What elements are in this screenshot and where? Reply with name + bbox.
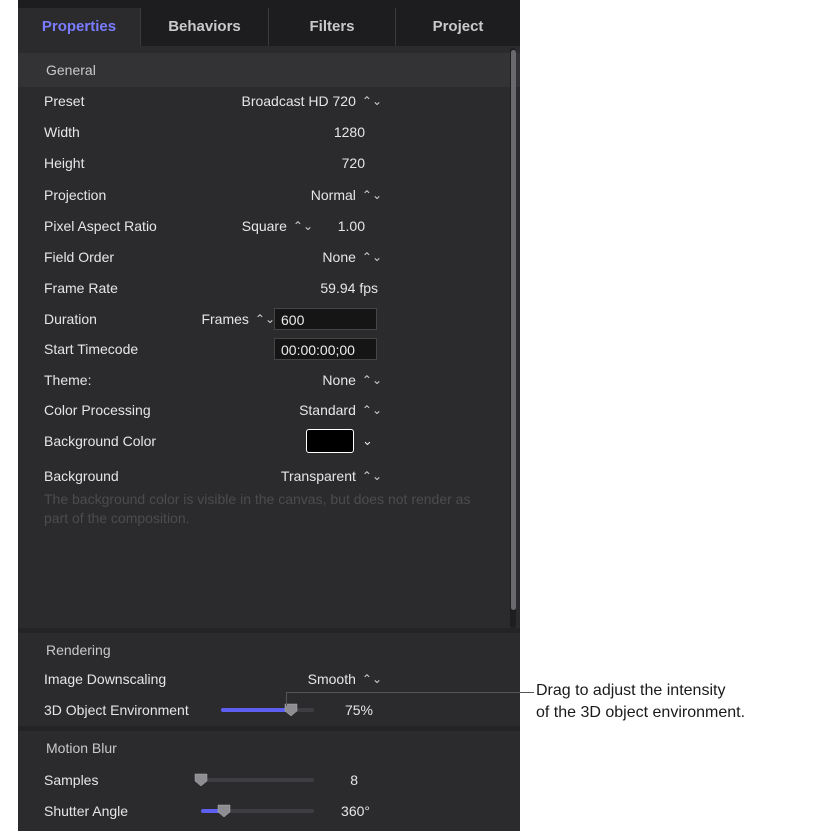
image-downscaling-row: Image Downscaling Smooth ⌃⌄ [18,664,520,694]
tab-properties[interactable]: Properties [18,8,140,46]
samples-slider-thumb[interactable] [194,773,208,787]
projection-popup[interactable]: Normal ⌃⌄ [311,180,382,211]
width-row: Width 1280 [18,117,520,147]
tab-behaviors[interactable]: Behaviors [140,8,268,46]
chevron-updown-icon: ⌃⌄ [361,469,382,483]
shutter-angle-label: Shutter Angle [44,803,129,819]
theme-popup[interactable]: None ⌃⌄ [322,365,382,396]
preset-value: Broadcast HD 720 [241,93,356,109]
section-general-title: General [46,62,96,78]
section-rendering[interactable]: Rendering [18,633,520,667]
start-timecode-field[interactable]: 00:00:00;00 [274,338,377,360]
chevron-updown-icon: ⌃⌄ [361,94,382,108]
callout-line [286,692,534,693]
shutter-angle-value[interactable]: 360° [341,796,370,826]
theme-label: Theme: [44,372,92,388]
background-description: The background color is visible in the c… [44,491,471,526]
samples-slider-track[interactable] [201,778,314,782]
field-order-row: Field Order None ⌃⌄ [18,242,520,272]
pixel-aspect-value: Square [241,218,287,234]
preset-popup[interactable]: Broadcast HD 720 ⌃⌄ [241,86,382,117]
pixel-aspect-popup[interactable]: Square ⌃⌄ [242,211,313,242]
background-color-label: Background Color [44,433,157,449]
section-motion-blur-title: Motion Blur [46,740,117,756]
width-value[interactable]: 1280 [334,117,365,147]
image-downscaling-label: Image Downscaling [44,671,167,687]
projection-row: Projection Normal ⌃⌄ [18,180,520,210]
theme-row: Theme: None ⌃⌄ [18,365,520,395]
section-rendering-title: Rendering [46,642,111,658]
background-label: Background [44,468,119,484]
image-downscaling-popup[interactable]: Smooth ⌃⌄ [308,664,382,695]
callout-text: Drag to adjust the intensity of the 3D o… [536,680,745,724]
pixel-aspect-row: Pixel Aspect Ratio Square ⌃⌄ 1.00 [18,211,520,241]
chevron-updown-icon: ⌃⌄ [361,373,382,387]
width-label: Width [44,124,80,140]
duration-unit-value: Frames [201,311,249,327]
duration-field[interactable]: 600 [274,308,377,330]
chevron-down-icon[interactable]: ⌄ [362,433,373,449]
projection-value: Normal [310,187,356,203]
frame-rate-value[interactable]: 59.94 fps [320,273,378,303]
shutter-angle-slider-thumb[interactable] [217,804,231,818]
pixel-aspect-label: Pixel Aspect Ratio [44,218,157,234]
section-general[interactable]: General [18,53,520,87]
chevron-updown-icon: ⌃⌄ [254,312,275,326]
pixel-aspect-number[interactable]: 1.00 [338,211,365,241]
inspector-panel: Properties Behaviors Filters Project Gen… [18,0,520,831]
duration-row: Duration Frames ⌃⌄ [18,304,520,334]
object-environment-value[interactable]: 75% [345,695,373,725]
color-processing-label: Color Processing [44,402,151,418]
tab-filters[interactable]: Filters [268,8,395,46]
section-motion-blur[interactable]: Motion Blur [18,731,520,765]
height-label: Height [44,155,85,171]
duration-label: Duration [44,311,97,327]
color-processing-value: Standard [299,402,356,418]
scrollbar-thumb[interactable] [511,50,516,610]
field-order-popup[interactable]: None ⌃⌄ [322,242,382,273]
tab-bar: Properties Behaviors Filters Project [18,0,520,46]
chevron-updown-icon: ⌃⌄ [292,219,313,233]
object-environment-label: 3D Object Environment [44,702,189,718]
samples-label: Samples [44,772,99,788]
field-order-label: Field Order [44,249,115,265]
chevron-updown-icon: ⌃⌄ [361,403,382,417]
start-timecode-label: Start Timecode [44,341,139,357]
frame-rate-row: Frame Rate 59.94 fps [18,273,520,303]
duration-unit-popup[interactable]: Frames ⌃⌄ [201,304,275,335]
field-order-value: None [322,249,356,265]
color-processing-popup[interactable]: Standard ⌃⌄ [299,395,382,426]
callout-line-1: Drag to adjust the intensity [536,682,726,699]
chevron-updown-icon: ⌃⌄ [361,250,382,264]
color-processing-row: Color Processing Standard ⌃⌄ [18,395,520,425]
preset-row: Preset Broadcast HD 720 ⌃⌄ [18,86,520,116]
callout-line-2: of the 3D object environment. [536,704,746,721]
background-color-row: Background Color [18,426,520,456]
height-row: Height 720 [18,148,520,178]
theme-value: None [322,372,356,388]
chevron-updown-icon: ⌃⌄ [361,672,382,686]
background-row: Background Transparent ⌃⌄ [18,461,520,491]
tab-project[interactable]: Project [395,8,520,46]
height-value[interactable]: 720 [342,148,365,178]
start-timecode-row: Start Timecode [18,334,520,364]
samples-value[interactable]: 8 [350,765,358,795]
frame-rate-label: Frame Rate [44,280,118,296]
chevron-updown-icon: ⌃⌄ [361,188,382,202]
background-color-swatch[interactable] [306,429,354,453]
projection-label: Projection [44,187,107,203]
background-value: Transparent [280,468,356,484]
callout-line-drop [286,692,287,706]
image-downscaling-value: Smooth [307,671,356,687]
object-environment-slider-fill [221,708,291,712]
preset-label: Preset [44,93,85,109]
background-popup[interactable]: Transparent ⌃⌄ [281,461,382,492]
